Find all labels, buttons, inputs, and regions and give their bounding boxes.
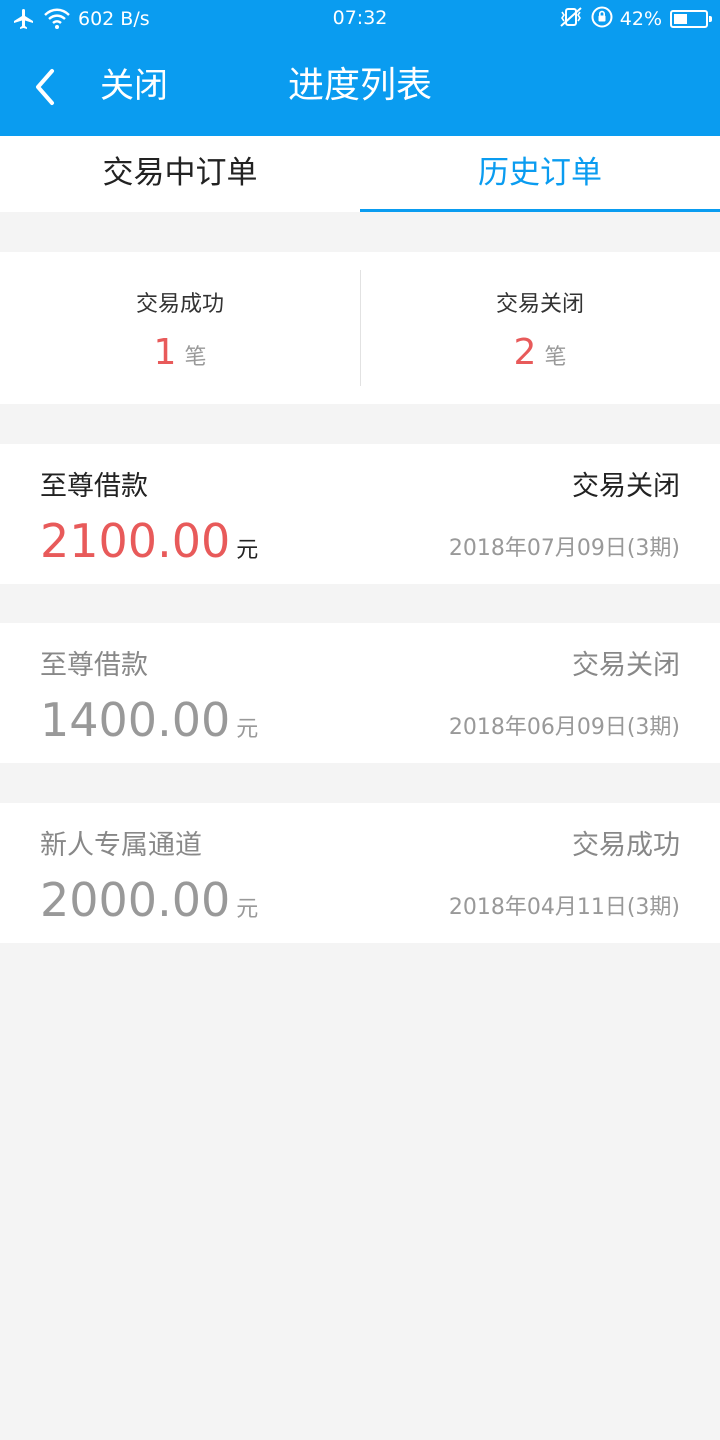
order-status: 交易关闭 — [572, 471, 680, 502]
order-card[interactable]: 新人专属通道 交易成功 2000.00 元 2018年04月11日(3期) — [0, 803, 720, 943]
order-amount: 2100.00 元 — [40, 514, 258, 568]
summary-count: 1笔 — [0, 332, 360, 373]
vibrate-icon — [558, 6, 584, 32]
order-amount: 2000.00 元 — [40, 873, 258, 927]
amount-value: 2000.00 — [40, 873, 231, 927]
order-name: 至尊借款 — [40, 471, 148, 502]
order-status: 交易关闭 — [572, 650, 680, 681]
tab-history-orders[interactable]: 历史订单 — [360, 136, 720, 212]
nav-bar: 关闭 进度列表 — [0, 38, 720, 136]
summary-number: 2 — [513, 332, 537, 373]
rotation-lock-icon — [590, 5, 614, 33]
battery-icon — [670, 10, 712, 28]
status-right: 42% — [558, 5, 712, 33]
order-status: 交易成功 — [572, 830, 680, 861]
order-card[interactable]: 至尊借款 交易关闭 1400.00 元 2018年06月09日(3期) — [0, 623, 720, 763]
order-date: 2018年04月11日(3期) — [448, 895, 680, 920]
amount-value: 1400.00 — [40, 693, 231, 747]
summary-panel: 交易成功 1笔 交易关闭 2笔 — [0, 252, 720, 404]
page-title: 进度列表 — [287, 65, 432, 106]
amount-unit: 元 — [236, 897, 259, 922]
order-name: 新人专属通道 — [40, 830, 202, 861]
order-amount: 1400.00 元 — [40, 693, 258, 747]
amount-unit: 元 — [236, 717, 259, 742]
tab-trading-orders[interactable]: 交易中订单 — [0, 136, 360, 212]
summary-label: 交易关闭 — [495, 292, 584, 317]
battery-percent: 42% — [619, 8, 662, 30]
summary-number: 1 — [153, 332, 177, 373]
amount-value: 2100.00 — [40, 514, 231, 568]
summary-unit: 笔 — [184, 345, 207, 370]
order-date: 2018年06月09日(3期) — [448, 715, 680, 740]
summary-success: 交易成功 1笔 — [0, 252, 360, 404]
battery-level — [674, 14, 687, 24]
order-tabs: 交易中订单 历史订单 — [0, 136, 720, 212]
summary-count: 2笔 — [360, 332, 720, 373]
order-card[interactable]: 至尊借款 交易关闭 2100.00 元 2018年07月09日(3期) — [0, 444, 720, 584]
status-bar: 602 B/s 07:32 42% — [0, 0, 720, 38]
summary-label: 交易成功 — [135, 292, 224, 317]
order-date: 2018年07月09日(3期) — [448, 536, 680, 561]
order-name: 至尊借款 — [40, 650, 148, 681]
summary-unit: 笔 — [544, 345, 567, 370]
amount-unit: 元 — [236, 538, 259, 563]
summary-closed: 交易关闭 2笔 — [360, 252, 720, 404]
